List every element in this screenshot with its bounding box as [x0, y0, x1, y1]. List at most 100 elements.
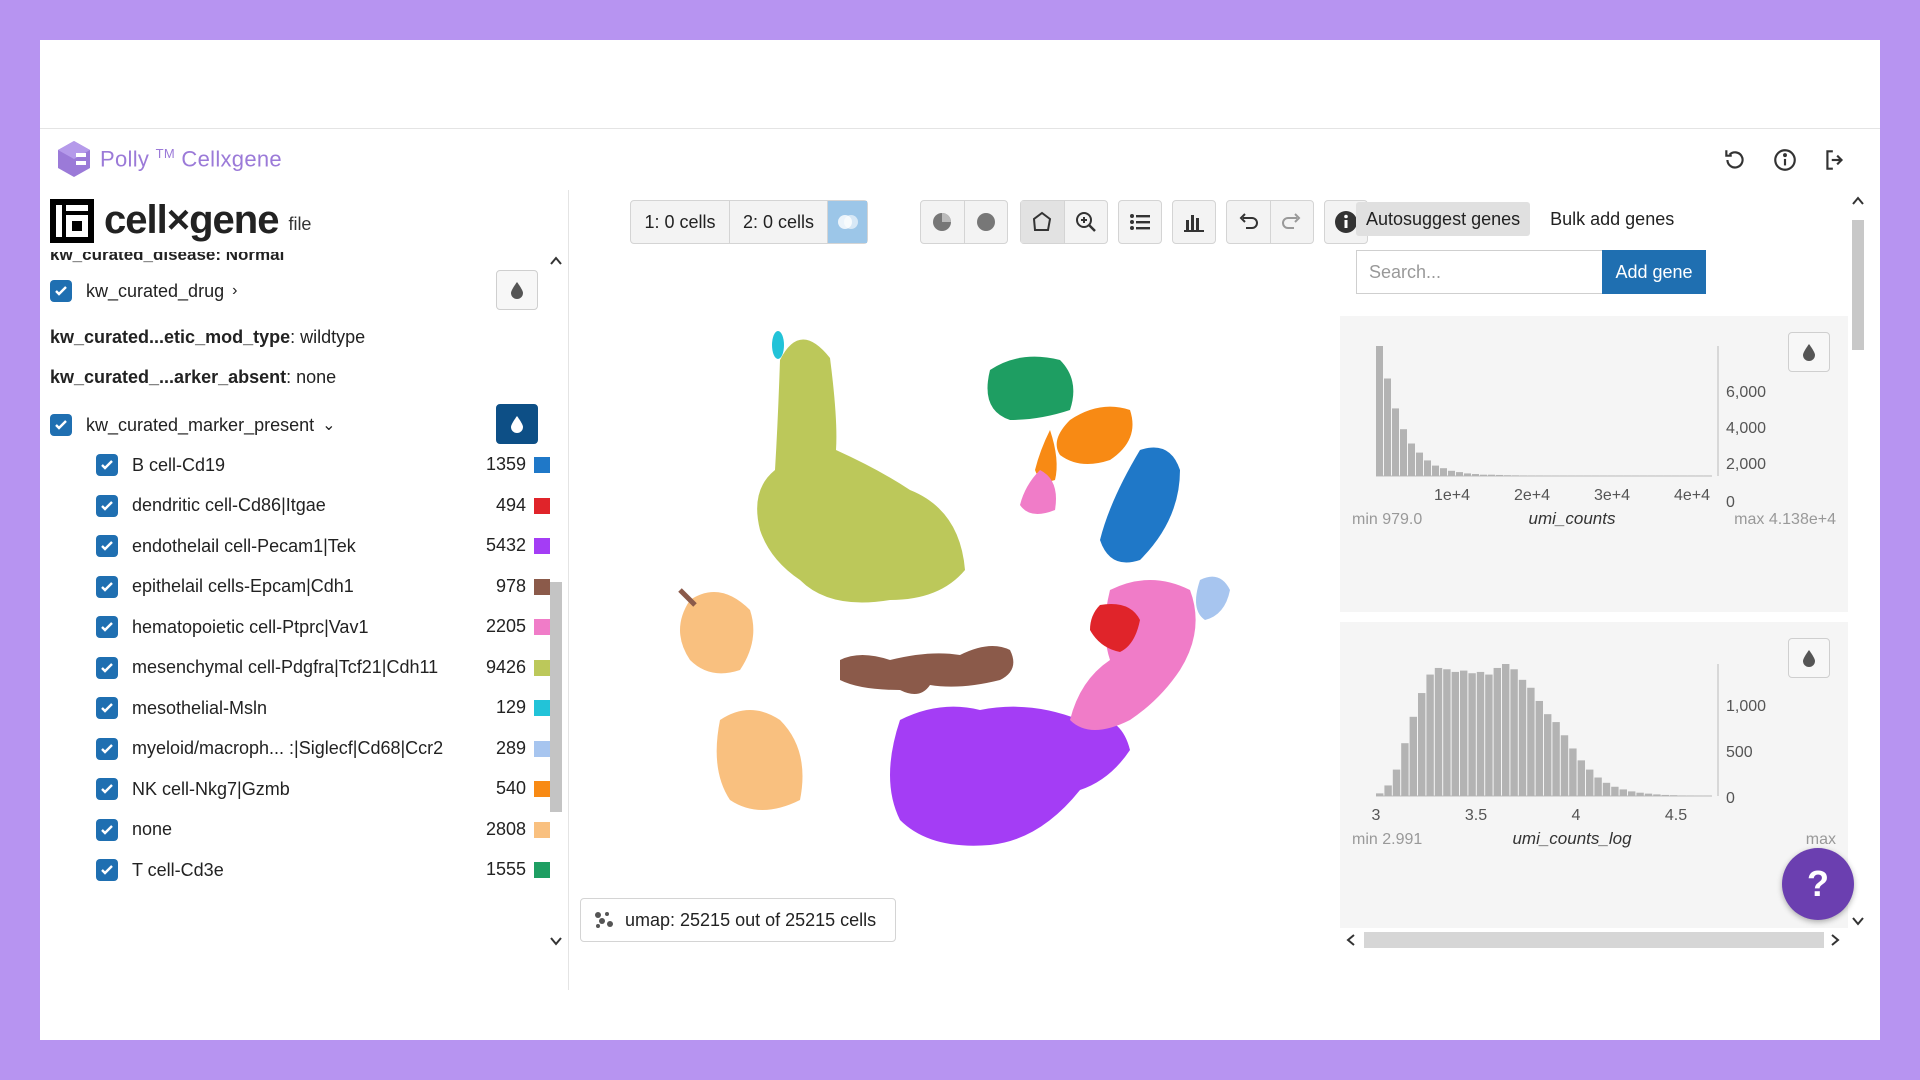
polly-logo-icon — [58, 141, 90, 177]
chevron-right-icon[interactable]: › — [232, 282, 237, 300]
category-value-count: 2808 — [485, 818, 526, 839]
brand-tm: TM — [155, 145, 175, 161]
categories-button[interactable] — [1119, 201, 1161, 243]
scroll-up-icon[interactable] — [1852, 196, 1864, 206]
right-horizontal-scrollbar[interactable] — [1340, 928, 1848, 952]
scroll-down-icon[interactable] — [1852, 916, 1864, 926]
histogram-bar — [1611, 786, 1619, 796]
category-value-checkbox[interactable] — [96, 656, 118, 679]
undo-icon — [1240, 213, 1259, 229]
gene-tabs: Autosuggest genes Bulk add genes — [1356, 202, 1684, 236]
cellxgene-logo: cell×gene file — [50, 198, 311, 243]
category-value-checkbox[interactable] — [96, 454, 118, 476]
marker-absent-value: : none — [286, 366, 337, 387]
tab-autosuggest-genes[interactable]: Autosuggest genes — [1356, 202, 1531, 236]
marker-present-color-by-button[interactable] — [496, 404, 538, 444]
histogram-bar — [1384, 785, 1392, 796]
histogram-bar — [1602, 782, 1611, 796]
category-list: kw_curated_disease: Normal kw_curated_dr… — [50, 252, 550, 952]
zoom-button[interactable] — [1063, 201, 1107, 243]
chevron-down-icon[interactable]: ⌄ — [322, 415, 335, 435]
cell-set-1-button[interactable]: 1: 0 cells — [631, 201, 729, 243]
tab-bulk-add-genes[interactable]: Bulk add genes — [1540, 202, 1684, 236]
x-tick-label: 4.5 — [1665, 807, 1687, 824]
category-value-label: endothelail cell-Pecam1|Tek — [132, 535, 356, 556]
drug-checkbox[interactable] — [50, 280, 72, 302]
histograms-button[interactable] — [1173, 201, 1215, 243]
histogram-bar — [1670, 795, 1678, 796]
category-value-checkbox[interactable] — [96, 818, 118, 841]
category-value-row[interactable]: hematopoietic cell-Ptprc|Vav1 — [96, 612, 368, 642]
left-scrollbar-thumb[interactable] — [550, 582, 562, 812]
drug-color-by-button[interactable] — [496, 270, 538, 310]
lasso-button[interactable] — [1021, 201, 1064, 243]
scroll-down-icon[interactable] — [550, 936, 562, 946]
embedding-selector[interactable]: umap: 25215 out of 25215 cells — [580, 898, 896, 942]
category-value-checkbox[interactable] — [96, 616, 118, 638]
category-value-checkbox[interactable] — [96, 494, 118, 517]
scroll-right-icon[interactable] — [1830, 934, 1840, 946]
category-value-checkbox[interactable] — [96, 778, 118, 800]
histogram-bar — [1408, 443, 1415, 476]
top-bar: Polly TM Cellxgene — [40, 128, 1880, 188]
cell-set-diff-button[interactable] — [827, 201, 867, 243]
category-value-row[interactable]: dendritic cell-Cd86|Itgae — [96, 491, 326, 521]
category-value-checkbox[interactable] — [96, 697, 118, 719]
subset-button[interactable] — [921, 201, 964, 243]
histogram-bar — [1401, 743, 1409, 796]
histogram-bar — [1488, 474, 1495, 476]
pie-icon — [933, 213, 952, 231]
cluster-blob — [1070, 580, 1196, 730]
umi-counts-log-histogram[interactable]: 1,000 500 0 3 3.5 4 4.5 min 2.991 umi_counts_log… — [1340, 622, 1848, 928]
category-value-row[interactable]: mesothelial-Msln — [96, 693, 267, 723]
x-tick-label: 3 — [1372, 807, 1381, 824]
cell-set-2-button[interactable]: 2: 0 cells — [729, 201, 827, 243]
lasso-icon — [1033, 211, 1052, 231]
logout-icon[interactable] — [1822, 147, 1848, 173]
undo-button[interactable] — [1227, 201, 1270, 243]
x-tick-label: 1e+4 — [1434, 487, 1470, 504]
mode-group — [1020, 200, 1108, 244]
brand-name: Polly — [100, 146, 150, 172]
scroll-up-icon[interactable] — [550, 256, 562, 266]
category-value-row[interactable]: epithelail cells-Epcam|Cdh1 — [96, 572, 354, 602]
category-value-checkbox[interactable] — [96, 737, 118, 760]
category-value-row[interactable]: mesenchymal cell-Pdgfra|Tcf21|Cdh11 — [96, 653, 438, 683]
histogram-bar — [1460, 670, 1468, 796]
add-gene-button[interactable]: Add gene — [1602, 250, 1706, 294]
left-scrollbar[interactable] — [546, 252, 566, 952]
right-scrollbar-thumb[interactable] — [1852, 220, 1864, 350]
category-marker-present[interactable]: kw_curated_marker_present ⌄ — [50, 410, 336, 440]
right-vertical-scrollbar[interactable] — [1846, 190, 1870, 950]
umap-scatter-plot[interactable] — [660, 280, 1260, 900]
help-button[interactable]: ? — [1782, 848, 1854, 920]
category-value-row[interactable]: none — [96, 815, 172, 845]
category-value-row[interactable]: NK cell-Nkg7|Gzmb — [96, 774, 290, 804]
reset-icon[interactable] — [1722, 147, 1748, 173]
category-value-row[interactable]: T cell-Cd3e — [96, 855, 224, 885]
gene-search-input[interactable] — [1356, 250, 1602, 294]
info-icon[interactable] — [1772, 147, 1798, 173]
category-value-checkbox[interactable] — [96, 859, 118, 881]
redo-button[interactable] — [1269, 201, 1313, 243]
scroll-left-icon[interactable] — [1346, 934, 1356, 946]
umi-counts-log-color-by-button[interactable] — [1788, 638, 1830, 678]
marker-absent-row: kw_curated_...arker_absent : none — [50, 362, 336, 392]
right-hscroll-thumb[interactable] — [1364, 932, 1824, 948]
category-drug[interactable]: kw_curated_drug › — [50, 276, 237, 306]
category-value-row[interactable]: myeloid/macroph... :|Siglecf|Cd68|Ccr2 — [96, 734, 443, 764]
reset-subset-button[interactable] — [963, 201, 1007, 243]
category-value-row[interactable]: B cell-Cd19 — [96, 450, 225, 480]
umi-counts-color-by-button[interactable] — [1788, 332, 1830, 372]
marker-present-checkbox[interactable] — [50, 414, 72, 436]
histogram-bar — [1535, 700, 1543, 796]
brand: Polly TM Cellxgene — [56, 139, 282, 179]
histogram-bar — [1480, 474, 1487, 476]
category-value-label: mesothelial-Msln — [132, 697, 268, 718]
category-value-checkbox[interactable] — [96, 575, 118, 598]
category-value-checkbox[interactable] — [96, 535, 118, 557]
umi-counts-histogram[interactable]: 6,000 4,000 2,000 0 1e+4 2e+4 3e+4 4e+4 min 979.… — [1340, 316, 1848, 612]
histogram-bar — [1384, 378, 1391, 476]
category-value-row[interactable]: endothelail cell-Pecam1|Tek — [96, 531, 356, 561]
x-axis-label: umi_counts_log — [1512, 829, 1632, 848]
